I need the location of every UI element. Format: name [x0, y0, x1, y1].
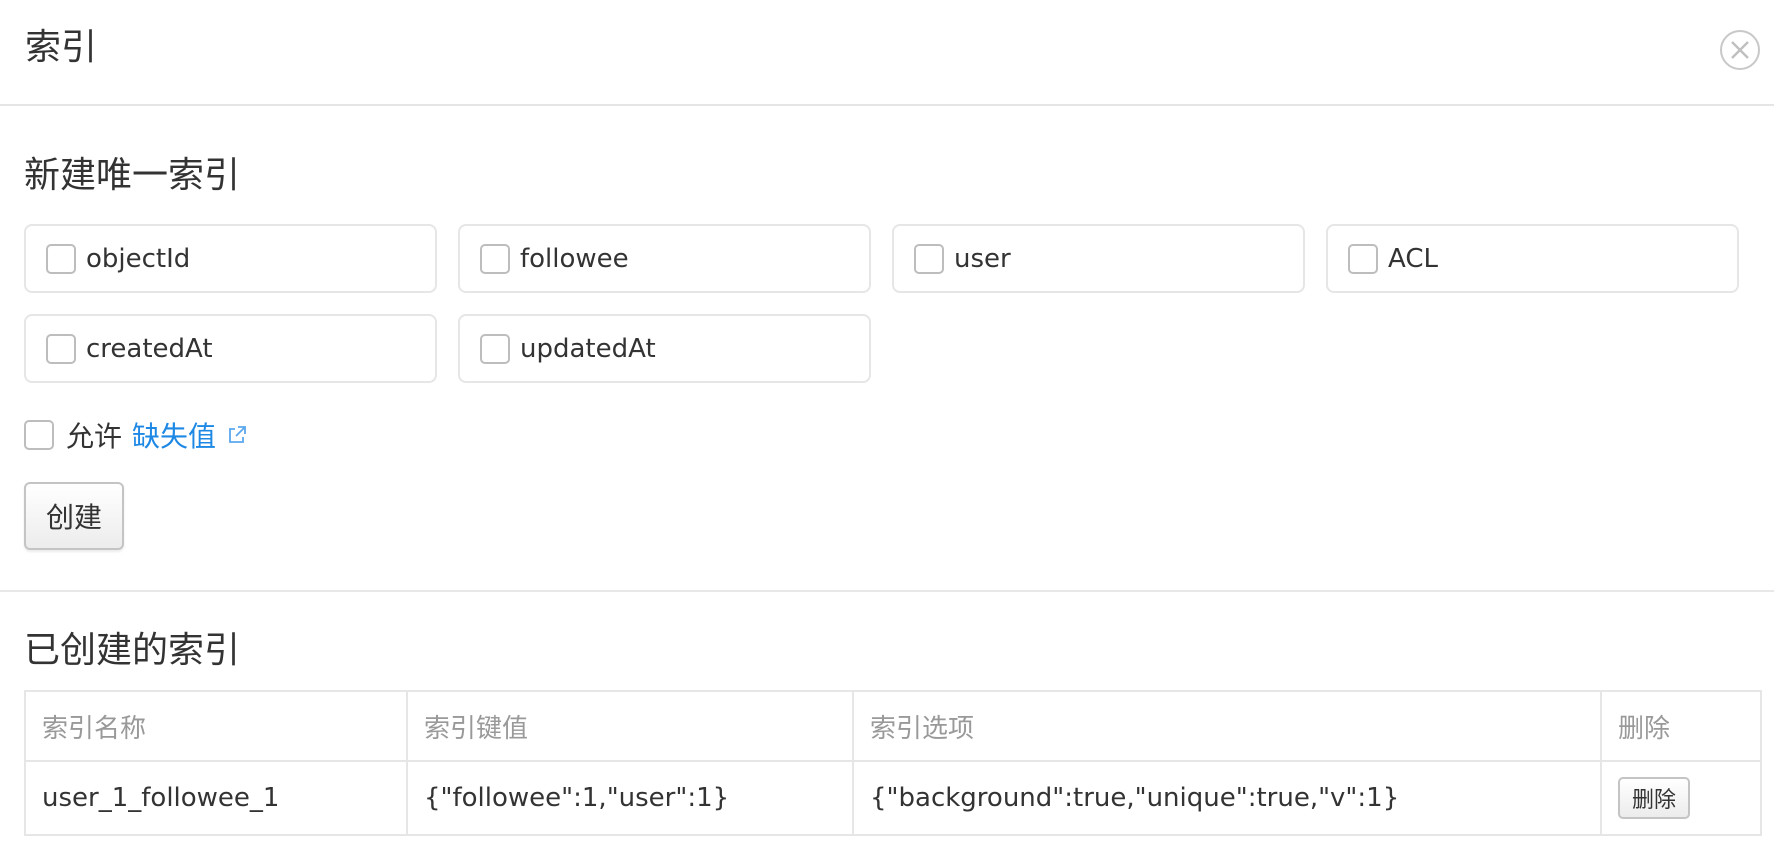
checkbox[interactable]	[914, 243, 944, 274]
checkbox[interactable]	[46, 333, 76, 364]
create-button[interactable]: 创建	[24, 482, 124, 550]
table-header-row: 索引名称 索引键值 索引选项 删除	[24, 690, 1762, 762]
missing-value-link[interactable]: 缺失值	[132, 415, 216, 455]
field-option-objectid[interactable]: objectId	[24, 224, 437, 293]
field-option-user[interactable]: user	[892, 224, 1305, 293]
checkbox[interactable]	[46, 243, 76, 274]
field-option-createdat[interactable]: createdAt	[24, 314, 437, 383]
allow-missing-checkbox[interactable]	[24, 420, 54, 450]
field-option-acl[interactable]: ACL	[1326, 224, 1739, 293]
index-name-cell: user_1_followee_1	[24, 760, 408, 836]
field-option-followee[interactable]: followee	[458, 224, 871, 293]
create-section-title: 新建唯一索引	[24, 155, 241, 196]
section-divider	[0, 590, 1774, 592]
allow-missing-row: 允许 缺失值	[24, 415, 248, 455]
checkbox[interactable]	[1348, 243, 1378, 274]
column-header-delete: 删除	[1600, 690, 1762, 762]
modal-header: 索引	[0, 0, 1774, 106]
column-header-keys: 索引键值	[406, 690, 854, 762]
close-button[interactable]	[1720, 30, 1760, 70]
delete-cell: 删除	[1600, 760, 1762, 836]
field-label: createdAt	[86, 333, 213, 364]
close-icon	[1731, 41, 1749, 59]
field-label: updatedAt	[520, 333, 656, 364]
field-label: user	[954, 243, 1011, 274]
table-row: user_1_followee_1 {"followee":1,"user":1…	[24, 760, 1762, 836]
column-header-options: 索引选项	[852, 690, 1602, 762]
modal-title: 索引	[25, 27, 98, 68]
field-label: ACL	[1388, 243, 1438, 274]
existing-section-title: 已创建的索引	[24, 630, 241, 671]
index-options-cell: {"background":true,"unique":true,"v":1}	[852, 760, 1602, 836]
column-header-name: 索引名称	[24, 690, 408, 762]
index-table: 索引名称 索引键值 索引选项 删除 user_1_followee_1 {"fo…	[24, 690, 1762, 836]
field-option-updatedat[interactable]: updatedAt	[458, 314, 871, 383]
checkbox[interactable]	[480, 243, 510, 274]
allow-label: 允许	[66, 420, 123, 453]
checkbox[interactable]	[480, 333, 510, 364]
external-link-icon[interactable]	[226, 424, 248, 446]
index-keys-cell: {"followee":1,"user":1}	[406, 760, 854, 836]
field-label: followee	[520, 243, 629, 274]
delete-index-button[interactable]: 删除	[1618, 777, 1690, 819]
field-label: objectId	[86, 243, 191, 274]
